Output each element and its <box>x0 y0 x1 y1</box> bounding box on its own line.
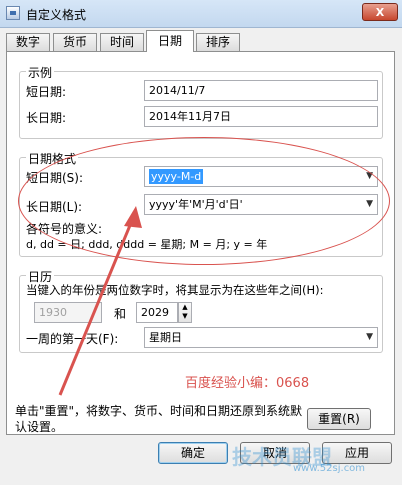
tab-date[interactable]: 日期 <box>146 30 194 52</box>
apply-button[interactable]: 应用 <box>322 442 392 464</box>
ok-button[interactable]: 确定 <box>158 442 228 464</box>
watermark-url: www.52sj.com <box>293 463 366 474</box>
annotation-arrow-icon <box>58 206 142 396</box>
